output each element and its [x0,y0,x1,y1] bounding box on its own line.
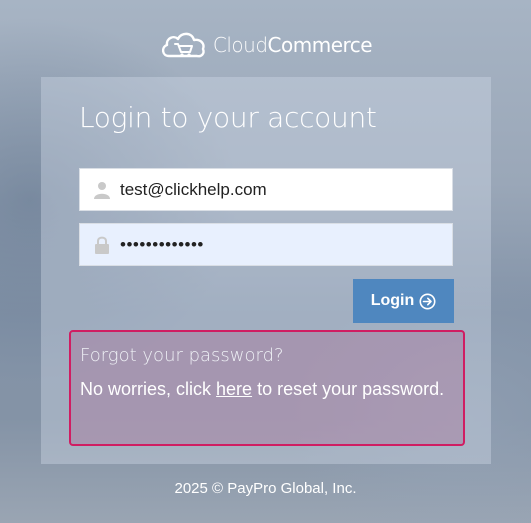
brand-name: CloudCommerce [212,33,373,57]
footer-copyright: 2025 © PayPro Global, Inc. [174,480,357,497]
email-input[interactable] [120,179,440,200]
password-input[interactable] [120,234,440,255]
cloud-cart-icon [161,32,205,58]
brand-name-light: Cloud [212,33,268,57]
brand-logo: CloudCommerce [0,28,531,62]
login-button-label: Login [370,292,415,309]
page-title: Login to your account [79,101,377,134]
brand-name-bold: Commerce [267,33,373,57]
login-button[interactable]: Login [353,279,454,323]
login-panel: Login to your account Login For [41,77,491,464]
arrow-circle-right-icon [419,293,436,310]
email-field[interactable] [79,168,453,211]
lock-icon [92,235,112,255]
forgot-password-text: No worries, click here to reset your pas… [80,374,454,404]
forgot-password-box: Forgot your password? No worries, click … [69,330,465,446]
password-field[interactable] [79,223,453,266]
forgot-text-before: No worries, click [80,379,217,399]
forgot-password-title: Forgot your password? [80,345,284,366]
user-icon [92,180,112,200]
reset-password-link[interactable]: here [216,379,252,399]
forgot-text-after: to reset your password. [252,379,445,399]
